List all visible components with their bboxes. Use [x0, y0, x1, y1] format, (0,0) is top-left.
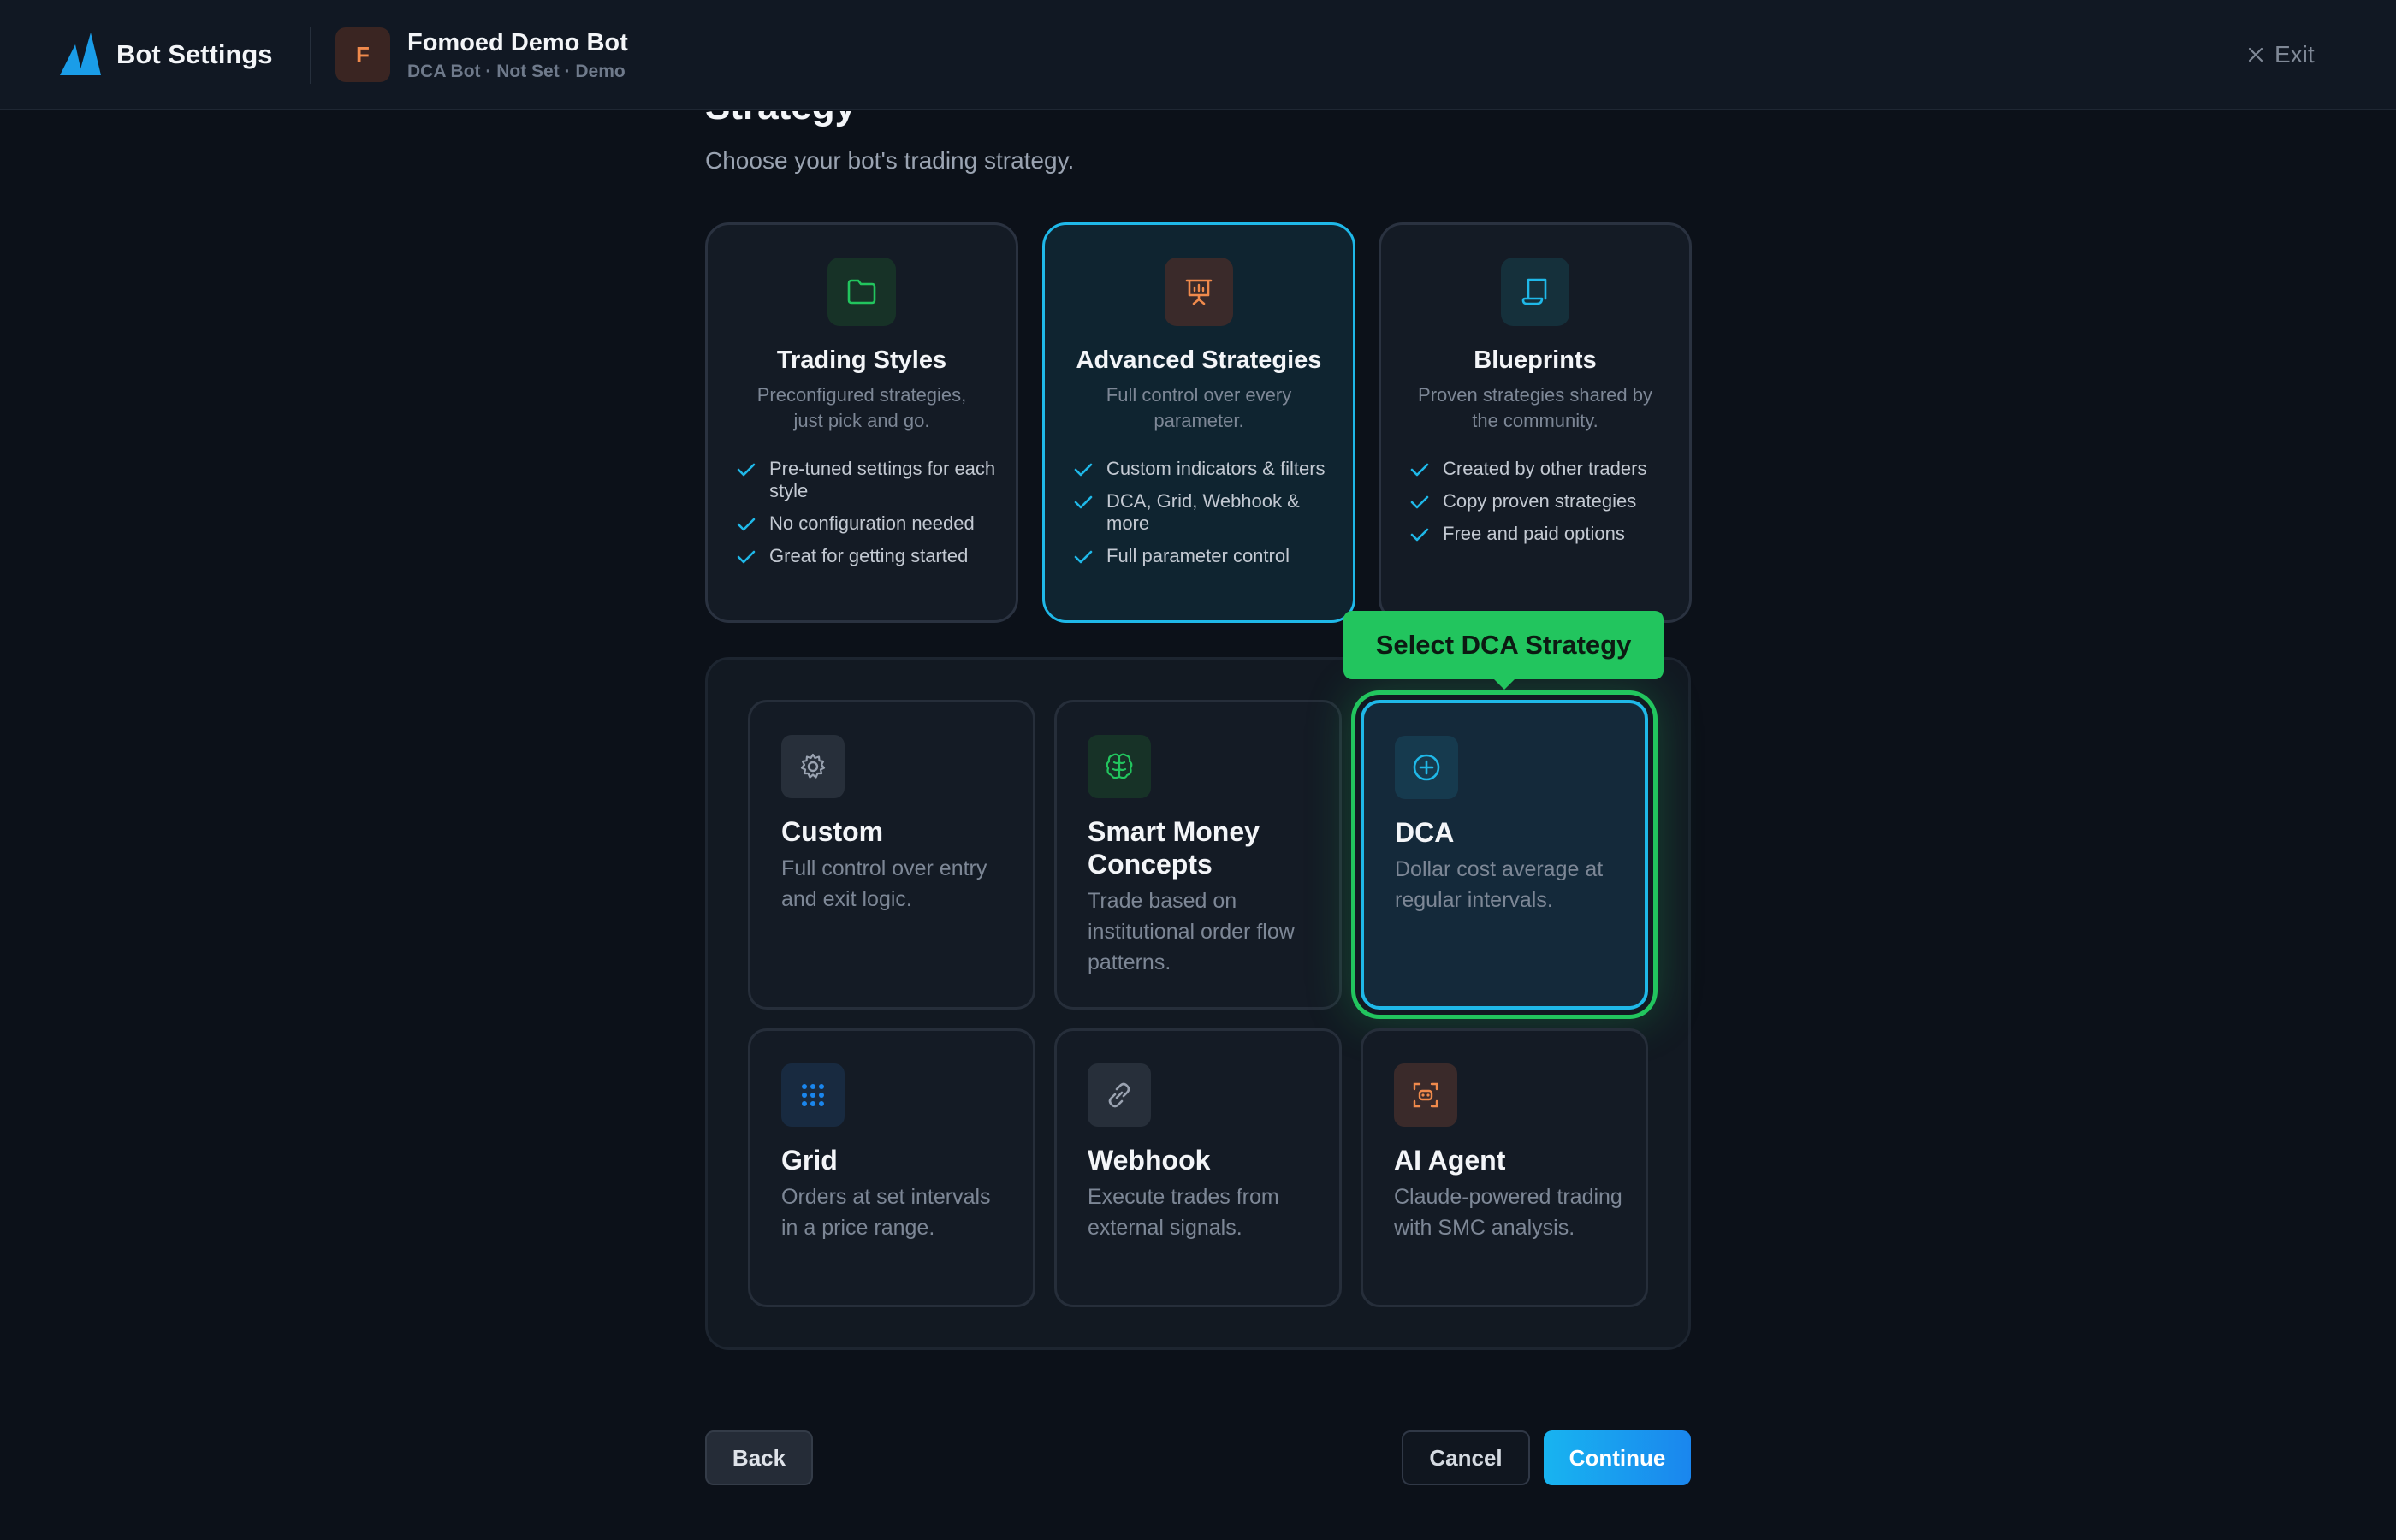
strategy-card-ai-agent[interactable]: AI Agent Claude-powered trading with SMC…: [1361, 1028, 1648, 1307]
exit-button[interactable]: Exit: [2247, 38, 2315, 72]
check-icon: [737, 463, 756, 477]
tooltip-arrow: [1492, 678, 1516, 690]
feature-list: Custom indicators & filters DCA, Grid, W…: [1074, 458, 1339, 578]
exit-label: Exit: [2274, 41, 2315, 68]
strategy-title: DCA: [1395, 817, 1455, 848]
strategy-description: Execute trades from external signals.: [1088, 1185, 1279, 1240]
link-icon: [1088, 1063, 1151, 1127]
back-button[interactable]: Back: [705, 1430, 813, 1485]
bot-name: Fomoed Demo Bot: [407, 29, 628, 56]
strategy-card-webhook[interactable]: Webhook Execute trades from external sig…: [1054, 1028, 1342, 1307]
presentation-chart-icon: [1165, 258, 1233, 326]
feature-item: Pre-tuned settings for each style: [737, 458, 1002, 502]
check-icon: [1410, 528, 1429, 542]
feature-item: Full parameter control: [1074, 545, 1339, 567]
plus-circle-icon: [1395, 736, 1458, 799]
brain-icon: [1088, 735, 1151, 798]
check-icon: [1410, 495, 1429, 509]
feature-item: Great for getting started: [737, 545, 1002, 567]
strategy-title: Grid: [781, 1145, 838, 1176]
check-icon: [737, 518, 756, 531]
strategy-card-grid[interactable]: Grid Orders at set intervals in a price …: [748, 1028, 1035, 1307]
mode-card-blueprints[interactable]: Blueprints Proven strategies shared by t…: [1379, 222, 1692, 623]
folder-icon: [827, 258, 896, 326]
feature-item: Custom indicators & filters: [1074, 458, 1339, 480]
strategy-card-custom[interactable]: Custom Full control over entry and exit …: [748, 700, 1035, 1010]
check-icon: [1410, 463, 1429, 477]
feature-list: Pre-tuned settings for each style No con…: [737, 458, 1002, 578]
page-subtitle: Choose your bot's trading strategy.: [705, 147, 1075, 174]
strategy-description: Claude-powered trading with SMC analysis…: [1394, 1185, 1622, 1240]
strategy-card-smart-money-concepts[interactable]: Smart Money Concepts Trade based on inst…: [1054, 700, 1342, 1010]
grid-dots-icon: [781, 1063, 845, 1127]
strategy-description: Full control over entry and exit logic.: [781, 856, 987, 911]
mode-description: Proven strategies shared by the communit…: [1418, 384, 1652, 431]
check-icon: [1074, 463, 1093, 477]
check-icon: [1074, 495, 1093, 509]
bot-avatar: F: [335, 27, 390, 82]
strategy-title: Custom: [781, 816, 884, 847]
mode-card-advanced-strategies[interactable]: Advanced Strategies Full control over ev…: [1042, 222, 1355, 623]
feature-item: DCA, Grid, Webhook & more: [1074, 490, 1339, 535]
mode-description: Preconfigured strategies, just pick and …: [756, 384, 967, 431]
feature-item: Created by other traders: [1410, 458, 1675, 480]
strategy-card-dca[interactable]: DCA Dollar cost average at regular inter…: [1361, 700, 1648, 1010]
check-icon: [737, 550, 756, 564]
header-divider: [310, 27, 311, 84]
mode-card-trading-styles[interactable]: Trading Styles Preconfigured strategies,…: [705, 222, 1018, 623]
mode-description: Full control over every parameter.: [1106, 384, 1292, 431]
gear-icon: [781, 735, 845, 798]
feature-item: Copy proven strategies: [1410, 490, 1675, 512]
mode-title: Advanced Strategies: [1076, 346, 1322, 374]
mode-title: Trading Styles: [776, 346, 947, 374]
feature-list: Created by other traders Copy proven str…: [1410, 458, 1675, 555]
top-bar: Bot Settings F Fomoed Demo Bot DCA Bot ·…: [0, 0, 2396, 110]
bot-meta: DCA Bot · Not Set · Demo: [407, 62, 626, 81]
strategy-title: Webhook: [1088, 1145, 1211, 1176]
feature-item: Free and paid options: [1410, 523, 1675, 545]
cancel-button[interactable]: Cancel: [1402, 1430, 1530, 1485]
continue-button[interactable]: Continue: [1544, 1430, 1691, 1485]
app-logo-icon: [60, 33, 101, 75]
app-title: Bot Settings: [116, 39, 273, 69]
feature-item: No configuration needed: [737, 512, 1002, 535]
robot-scan-icon: [1394, 1063, 1457, 1127]
check-icon: [1074, 550, 1093, 564]
strategy-title: AI Agent: [1394, 1145, 1506, 1176]
strategy-description: Dollar cost average at regular intervals…: [1395, 857, 1604, 912]
guide-tooltip: Select DCA Strategy: [1343, 611, 1664, 679]
strategy-description: Orders at set intervals in a price range…: [781, 1185, 991, 1240]
close-icon: [2248, 47, 2263, 62]
scroll-icon: [1501, 258, 1569, 326]
strategy-description: Trade based on institutional order flow …: [1088, 889, 1295, 974]
strategy-title: Smart Money Concepts: [1088, 816, 1260, 880]
mode-title: Blueprints: [1474, 346, 1597, 374]
